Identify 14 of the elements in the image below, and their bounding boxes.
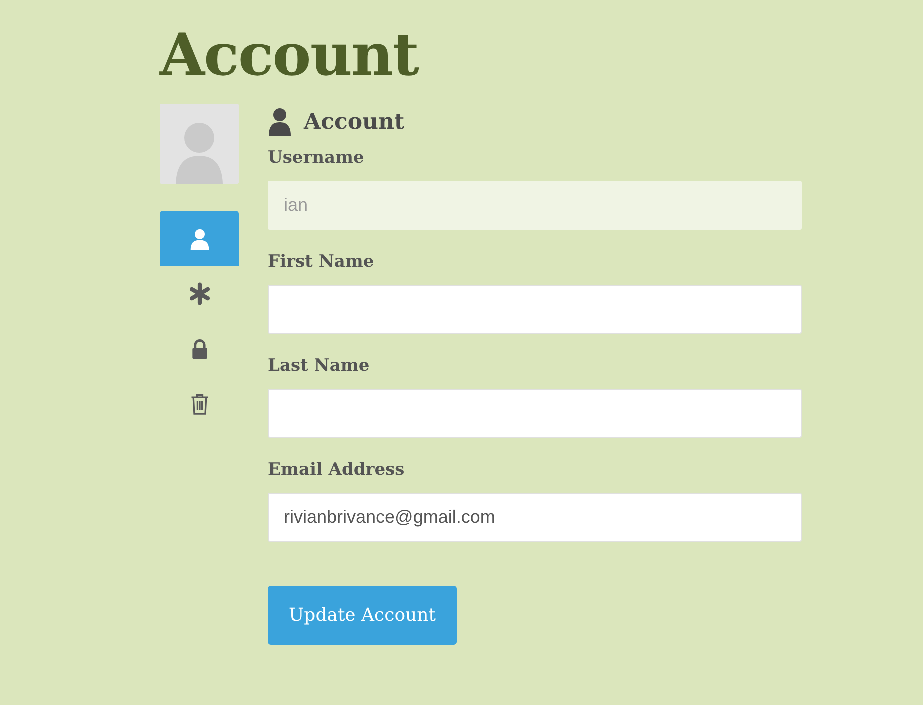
- section-title: Account: [304, 109, 405, 135]
- user-icon: [188, 226, 210, 250]
- update-account-button[interactable]: Update Account: [268, 586, 457, 645]
- field-label: Email Address: [268, 460, 406, 480]
- asterisk-icon: [188, 282, 210, 306]
- input-field[interactable]: [268, 389, 802, 438]
- field-label: Last Name: [268, 356, 371, 376]
- user-icon: [268, 108, 292, 136]
- sidebar-tab[interactable]: [160, 211, 239, 266]
- field-label: First Name: [268, 252, 376, 272]
- input-field[interactable]: rivianbrivance@gmail.com: [268, 493, 802, 542]
- page-title: Account: [160, 20, 420, 90]
- field-label: Username: [268, 148, 366, 168]
- input-field[interactable]: [268, 285, 802, 334]
